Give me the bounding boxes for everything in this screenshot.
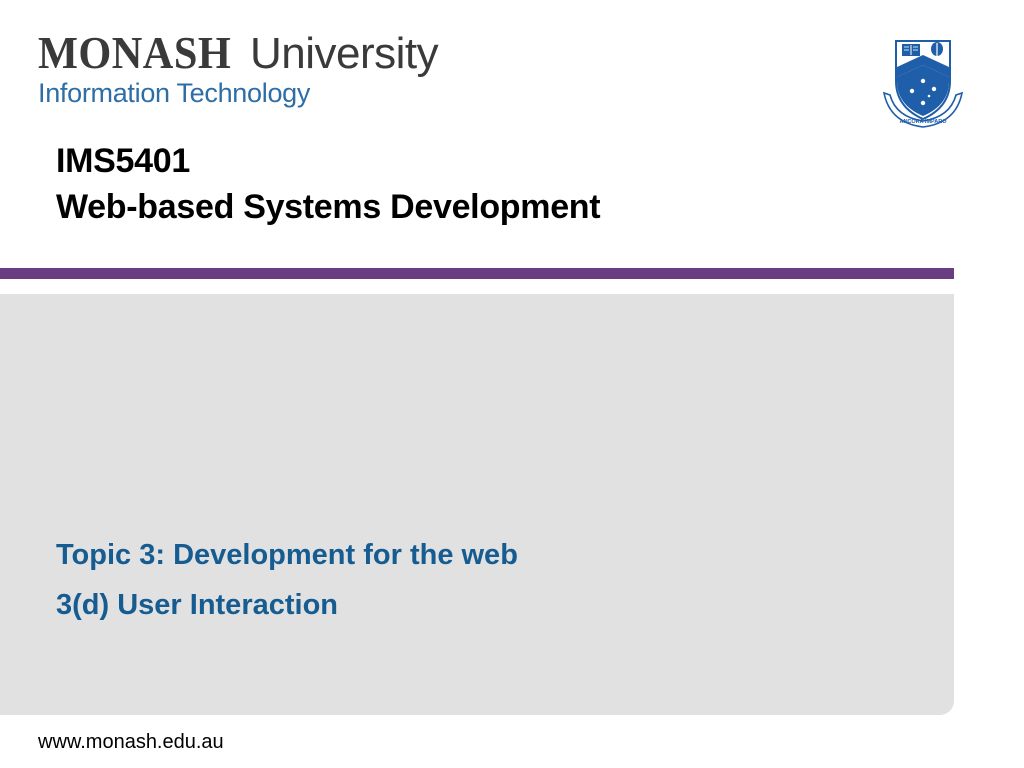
purple-divider — [0, 268, 954, 279]
topic-subtitle: Topic 3: Development for the web 3(d) Us… — [56, 530, 518, 630]
logo-faculty-text: Information Technology — [38, 78, 311, 108]
monash-crest-icon: ANCORA IMPARO — [882, 40, 964, 128]
course-name: Web-based Systems Development — [56, 188, 601, 226]
monash-university-logo: MONASH University — [38, 27, 439, 80]
course-title: IMS5401 Web-based Systems Development — [56, 138, 601, 230]
logo-university-text: University — [250, 29, 439, 78]
topic-line: Topic 3: Development for the web — [56, 539, 518, 571]
footer-url: www.monash.edu.au — [38, 731, 224, 753]
content-panel — [0, 294, 954, 715]
subtopic-line: 3(d) User Interaction — [56, 589, 338, 621]
course-code: IMS5401 — [56, 142, 190, 180]
logo-monash-text: MONASH — [38, 27, 232, 78]
